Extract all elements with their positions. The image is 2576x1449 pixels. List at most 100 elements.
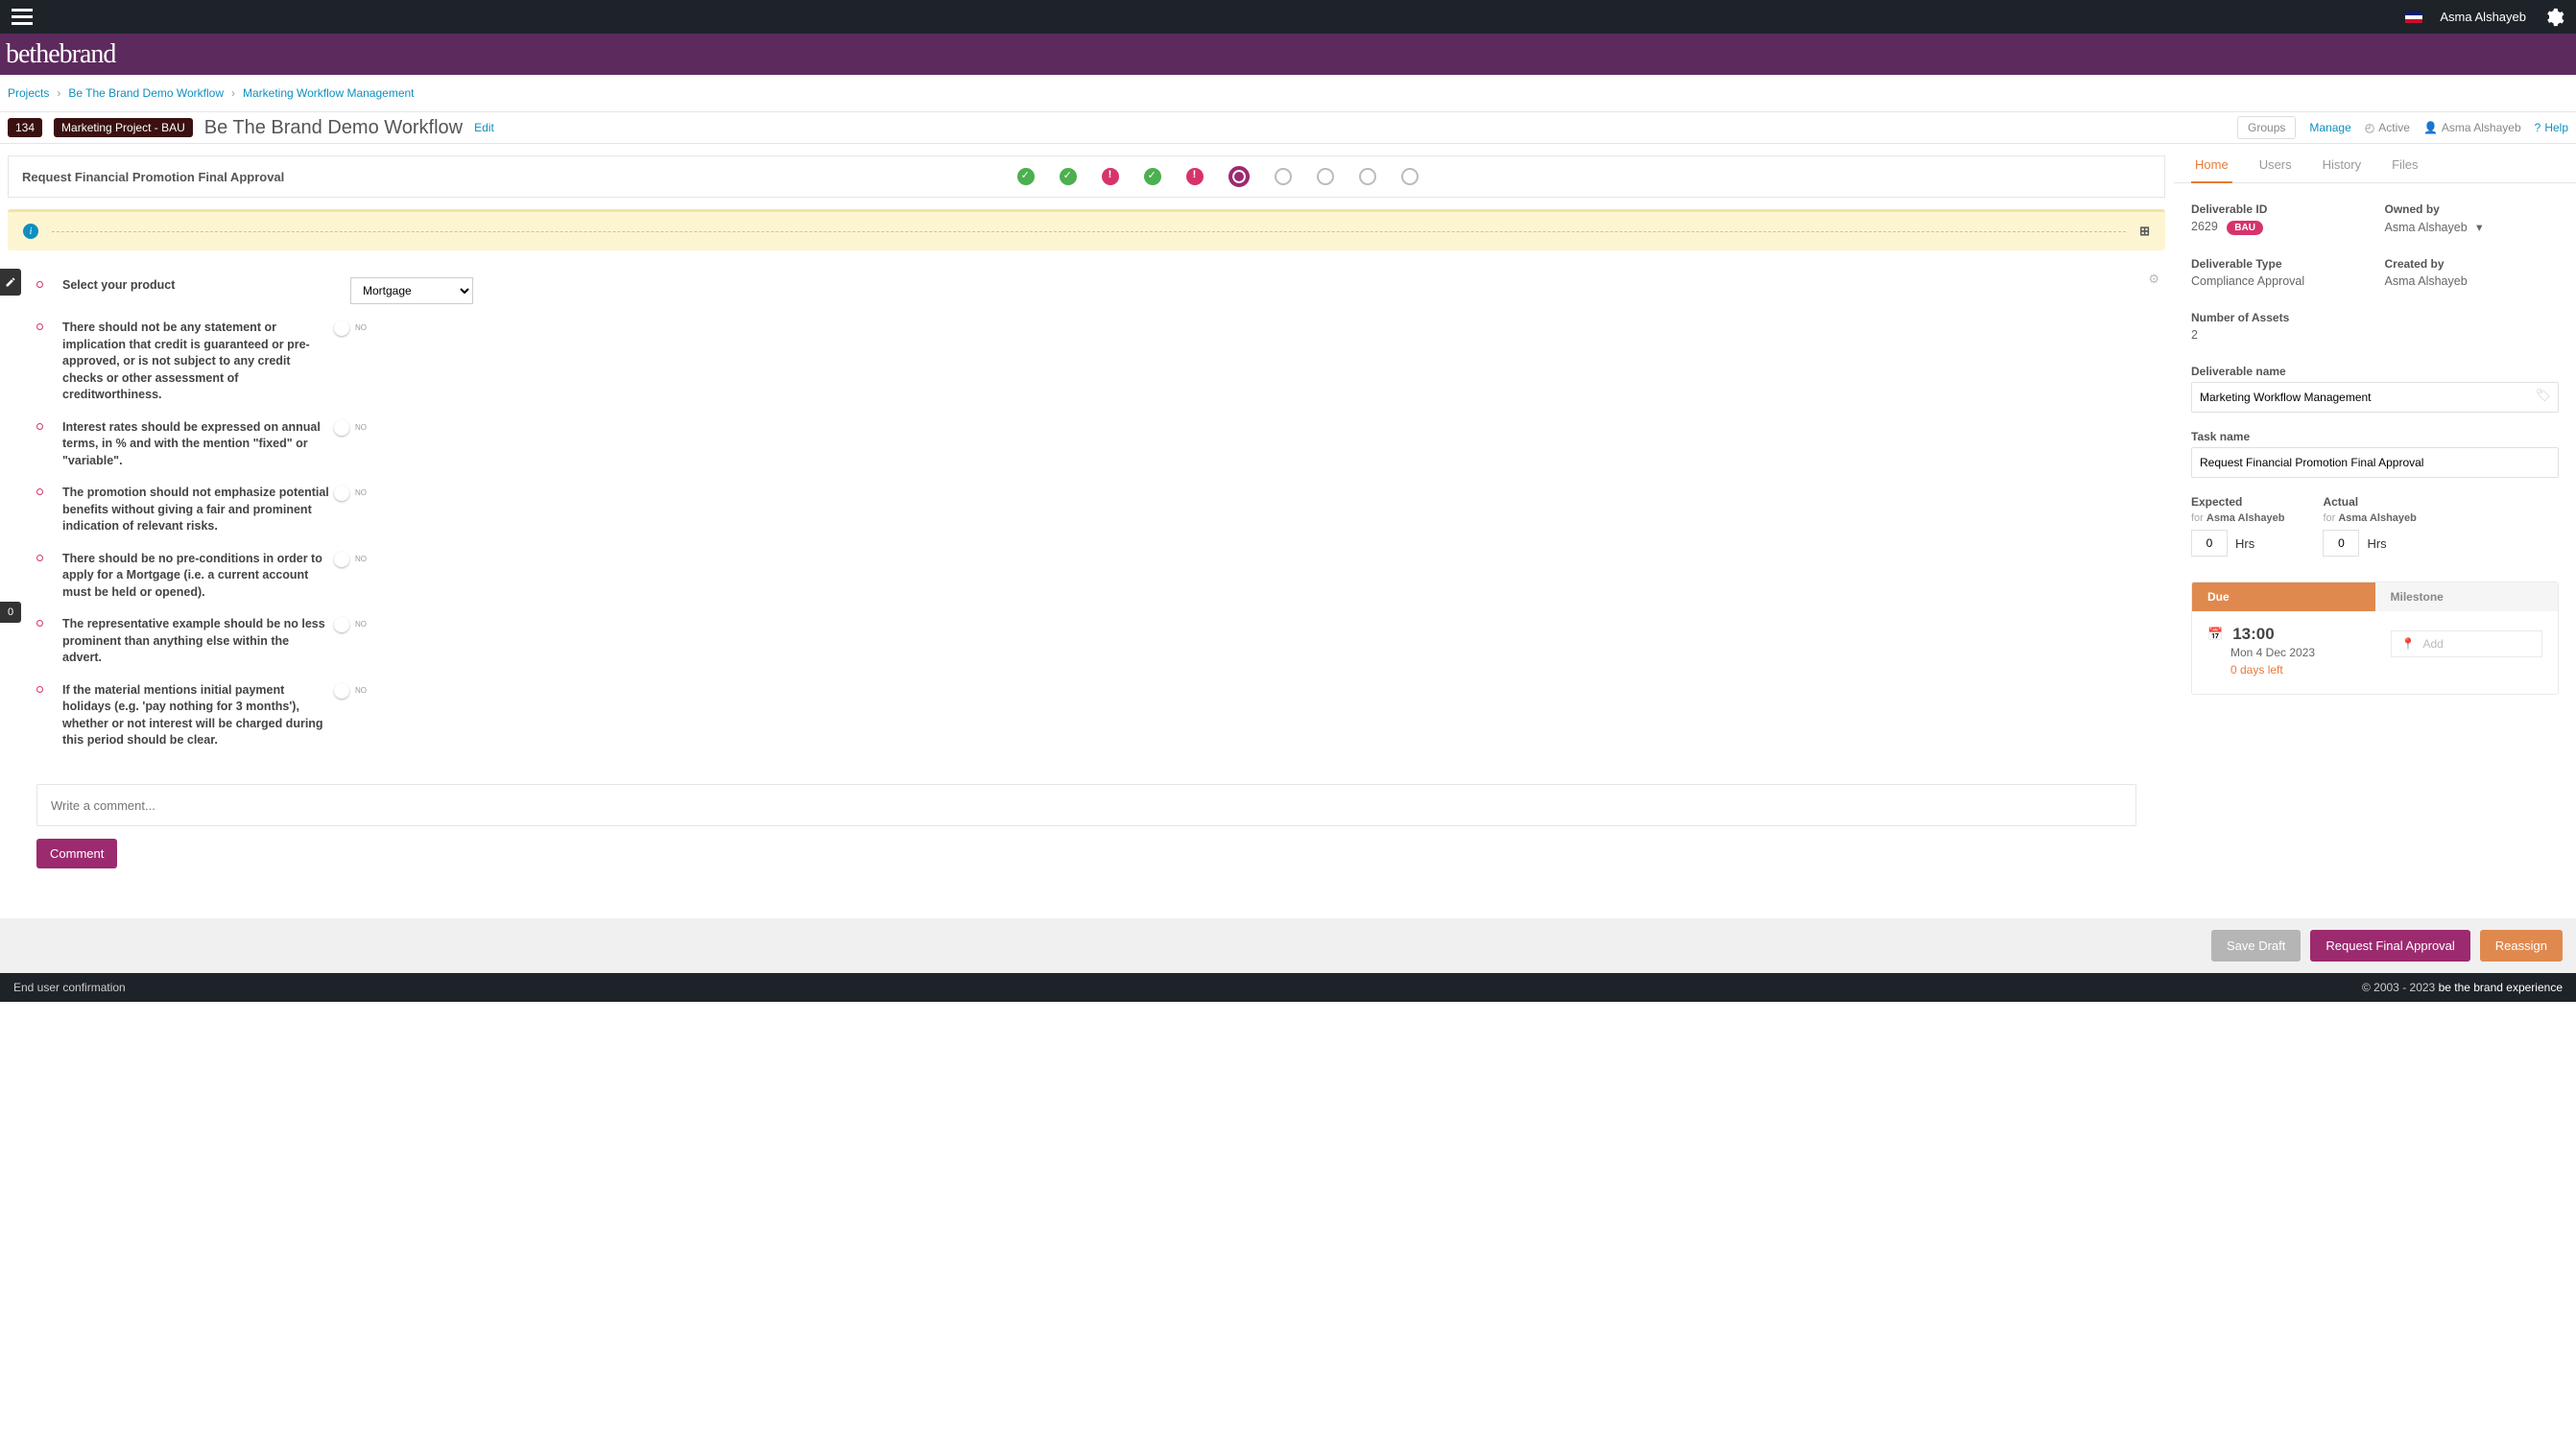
due-date: Mon 4 Dec 2023 [2230,646,2360,659]
owner-display[interactable]: 👤 Asma Alshayeb [2423,121,2521,134]
project-type-badge: Marketing Project - BAU [54,118,193,137]
q6-label: If the material mentions initial payment… [62,682,331,749]
breadcrumb-current[interactable]: Marketing Workflow Management [243,86,415,100]
bau-badge: BAU [2227,221,2263,235]
pin-icon: 📍 [2401,637,2416,651]
hrs-label: Hrs [2367,536,2386,551]
form-settings-icon[interactable]: ⚙ [2148,272,2159,287]
tab-home[interactable]: Home [2191,152,2232,183]
form-row-q2: Interest rates should be expressed on an… [36,419,2136,470]
save-draft-button[interactable]: Save Draft [2211,930,2301,962]
deliverable-id-label: Deliverable ID [2191,202,2366,216]
tab-files[interactable]: Files [2388,152,2421,182]
help-link[interactable]: ? Help [2535,121,2568,134]
breadcrumb-workflow[interactable]: Be The Brand Demo Workflow [68,86,224,100]
step-9-pending-icon[interactable] [1359,168,1376,185]
hrs-label: Hrs [2235,536,2254,551]
product-select[interactable]: Mortgage [350,277,473,304]
task-name-input[interactable] [2191,447,2559,478]
project-id-badge: 134 [8,118,42,137]
calendar-icon[interactable]: 📅 [2207,627,2223,642]
user-icon: 👤 [2423,121,2438,134]
deliverable-name-input[interactable] [2191,382,2559,413]
form-area: ⚙ Select your product Mortgage There sho… [8,268,2165,774]
task-name-label: Task name [2191,430,2559,443]
left-column: Request Financial Promotion Final Approv… [0,144,2173,890]
help-icon: ? [2535,121,2541,134]
form-row-q6: If the material mentions initial payment… [36,682,2136,749]
owned-by-value[interactable]: Asma Alshayeb ▾ [2385,220,2560,234]
brand-logo[interactable]: bethebrand [6,39,115,70]
comment-area: Comment [8,774,2165,878]
banner-divider [52,231,2126,232]
step-5-alert-icon[interactable] [1186,168,1204,185]
status-active[interactable]: ◴ Active [2365,121,2410,134]
brand-bar: bethebrand [0,34,2576,75]
step-10-pending-icon[interactable] [1401,168,1419,185]
deliverable-name-label: Deliverable name [2191,365,2559,378]
stage-title: Request Financial Promotion Final Approv… [22,170,284,184]
step-6-current-icon[interactable] [1228,166,1250,187]
form-row-q5: The representative example should be no … [36,616,2136,667]
owned-by-label: Owned by [2385,202,2560,216]
topbar: Asma Alshayeb [0,0,2576,34]
step-4-complete-icon[interactable] [1144,168,1161,185]
due-time: 13:00 [2232,625,2274,644]
tab-users[interactable]: Users [2255,152,2296,182]
deliverable-id-value: 2629 BAU [2191,220,2366,233]
comment-input[interactable] [36,784,2136,826]
info-icon[interactable]: i [23,224,38,239]
panel-body: Deliverable ID 2629 BAU Owned by Asma Al… [2174,183,2576,714]
footer-left: End user confirmation [13,981,126,994]
form-row-q1: There should not be any statement or imp… [36,320,2136,404]
edit-link[interactable]: Edit [474,121,494,134]
expected-label: Expected [2191,495,2284,509]
actual-hrs-input[interactable] [2323,530,2359,557]
workflow-steps [284,166,2151,187]
breadcrumb: Projects › Be The Brand Demo Workflow › … [0,75,2576,111]
step-7-pending-icon[interactable] [1275,168,1292,185]
side-edit-tab[interactable] [0,269,21,296]
step-8-pending-icon[interactable] [1317,168,1334,185]
main-content: Request Financial Promotion Final Approv… [0,144,2576,890]
comment-button[interactable]: Comment [36,839,117,868]
tag-icon[interactable]: 🏷 [2535,388,2551,403]
product-label: Select your product [62,277,331,295]
bullet-icon [36,686,43,693]
bullet-icon [36,281,43,288]
breadcrumb-projects[interactable]: Projects [8,86,49,100]
tab-history[interactable]: History [2319,152,2365,182]
topbar-right: Asma Alshayeb [2405,7,2564,28]
groups-button[interactable]: Groups [2237,116,2296,139]
step-1-complete-icon[interactable] [1017,168,1035,185]
due-days-left: 0 days left [2230,663,2360,677]
chevron-right-icon: › [231,86,235,100]
pencil-icon [5,276,16,288]
step-3-alert-icon[interactable] [1102,168,1119,185]
manage-link[interactable]: Manage [2309,121,2350,134]
bullet-icon [36,488,43,495]
due-milestone-panel: Due 📅 13:00 Mon 4 Dec 2023 0 days left M… [2191,582,2559,695]
milestone-add-input[interactable]: 📍 Add [2391,630,2543,657]
footer-right: © 2003 - 2023 be the brand experience [2362,981,2563,994]
step-2-complete-icon[interactable] [1060,168,1077,185]
side-count-tab[interactable]: 0 [0,602,21,623]
deliverable-type-value: Compliance Approval [2191,274,2366,288]
menu-icon[interactable] [12,9,33,25]
info-banner: i ⊞ [8,209,2165,250]
expected-hrs-input[interactable] [2191,530,2228,557]
expected-for: for Asma Alshayeb [2191,512,2284,524]
q3-label: The promotion should not emphasize poten… [62,485,331,535]
stage-header: Request Financial Promotion Final Approv… [8,155,2165,198]
chevron-right-icon: › [57,86,60,100]
request-final-button[interactable]: Request Final Approval [2310,930,2469,962]
expand-icon[interactable]: ⊞ [2139,224,2150,239]
reassign-button[interactable]: Reassign [2480,930,2563,962]
gear-icon[interactable] [2543,7,2564,28]
chevron-down-icon[interactable]: ▾ [2476,221,2482,234]
locale-flag-icon[interactable] [2405,12,2422,23]
actual-for: for Asma Alshayeb [2323,512,2416,524]
title-actions: Groups Manage ◴ Active 👤 Asma Alshayeb ?… [2237,116,2568,139]
topbar-username[interactable]: Asma Alshayeb [2440,10,2526,24]
due-header: Due [2192,582,2375,611]
